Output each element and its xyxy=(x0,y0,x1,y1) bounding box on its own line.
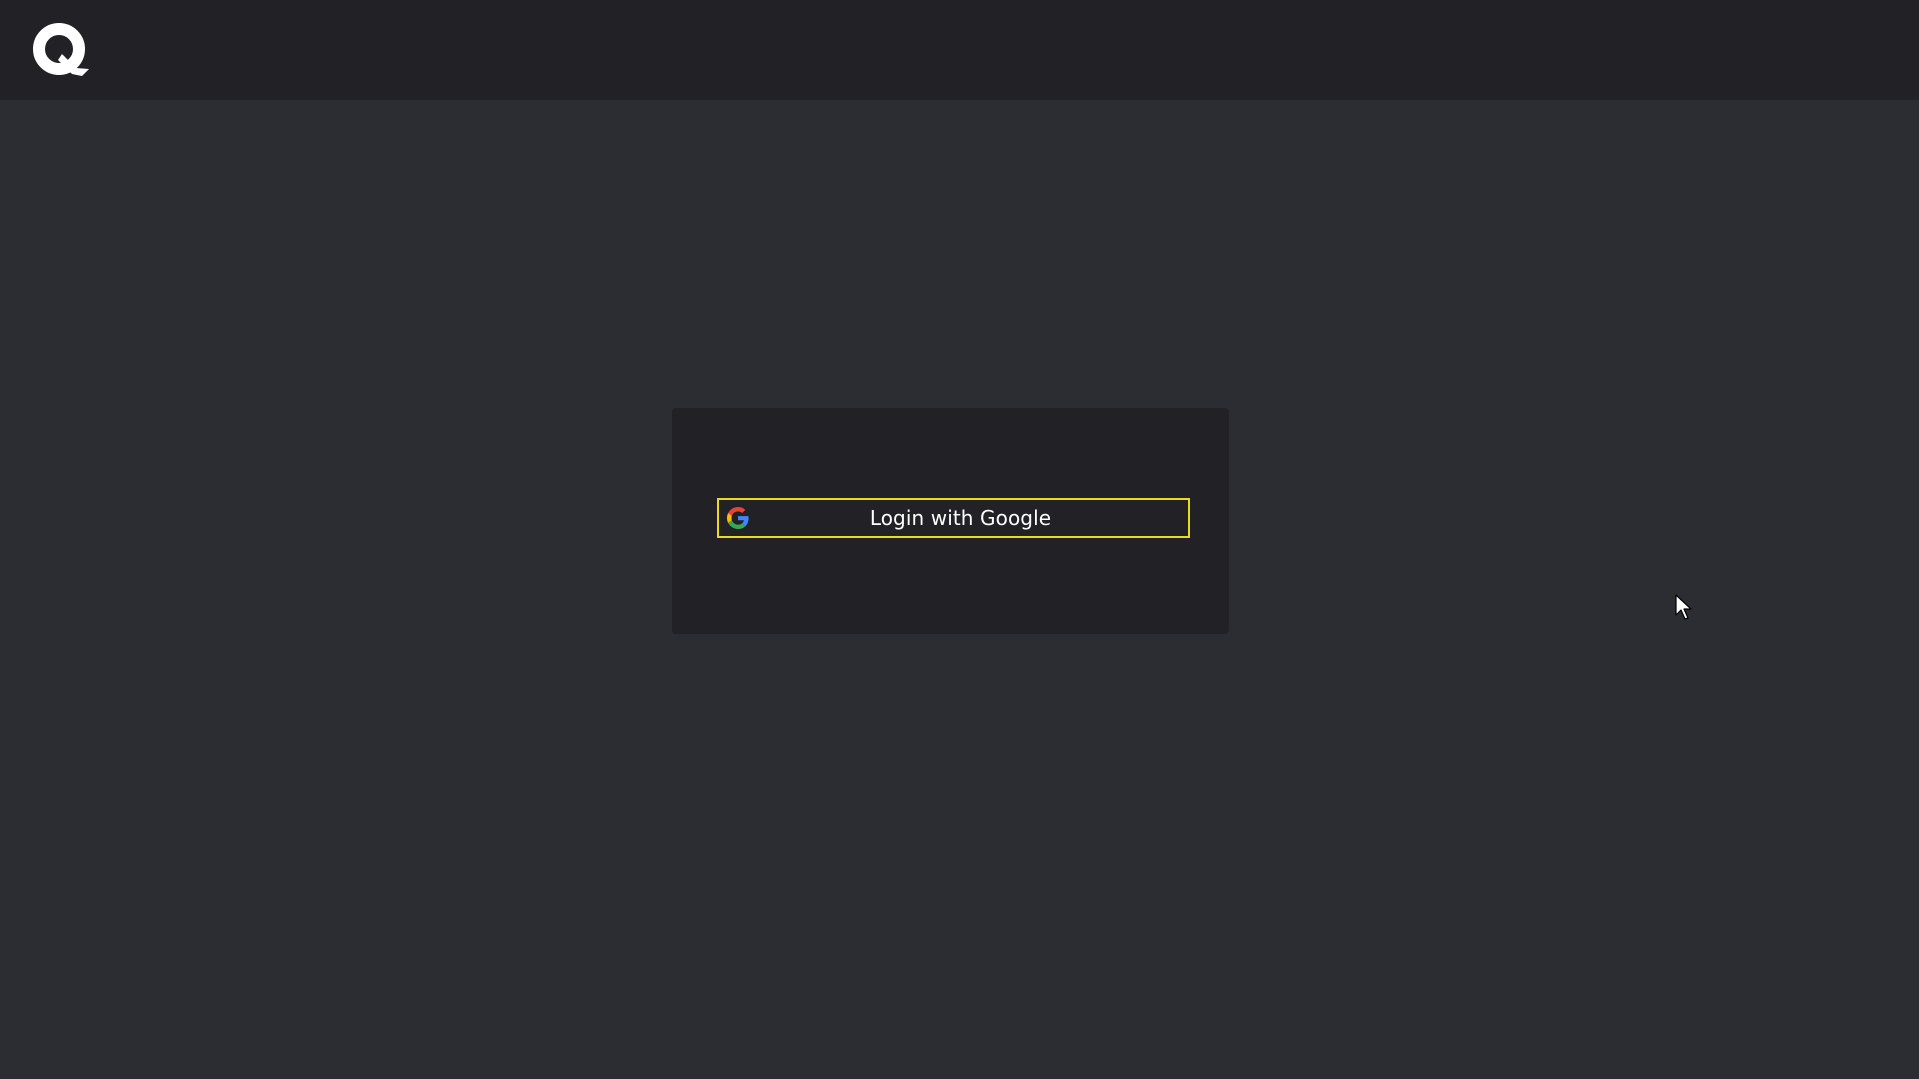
top-bar xyxy=(0,0,1919,100)
login-with-google-button[interactable]: Login with Google xyxy=(717,498,1190,538)
google-g-icon xyxy=(727,507,749,529)
login-card: Login with Google xyxy=(672,408,1229,634)
mouse-pointer-icon xyxy=(1675,594,1693,620)
q-logo-icon[interactable] xyxy=(32,22,92,80)
login-with-google-label: Login with Google xyxy=(869,506,1052,530)
